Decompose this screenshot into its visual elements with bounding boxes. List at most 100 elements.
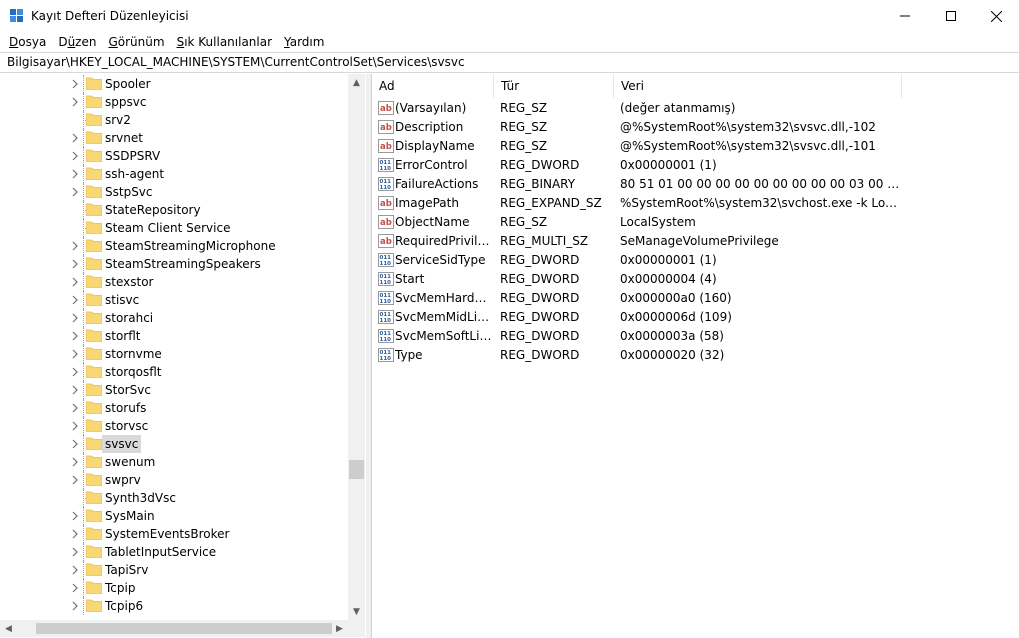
tree-item[interactable]: srvnet: [0, 129, 348, 147]
chevron-right-icon[interactable]: [70, 565, 80, 575]
chevron-right-icon[interactable]: [70, 187, 80, 197]
chevron-right-icon[interactable]: [70, 403, 80, 413]
chevron-right-icon[interactable]: [70, 169, 80, 179]
close-button[interactable]: [973, 0, 1019, 32]
chevron-right-icon[interactable]: [70, 295, 80, 305]
value-row[interactable]: ab DisplayName REG_SZ @%SystemRoot%\system3…: [372, 137, 1019, 156]
folder-icon: [86, 185, 102, 198]
folder-icon: [86, 293, 102, 306]
tree-item[interactable]: Steam Client Service: [0, 219, 348, 237]
minimize-button[interactable]: [882, 0, 928, 32]
tree-horizontal-scrollbar[interactable]: ◀ ▶: [0, 620, 348, 637]
values-pane[interactable]: Ad Tür Veri ab (Varsayılan) REG_SZ (değer a…: [371, 74, 1019, 638]
column-header-data[interactable]: Veri: [614, 74, 902, 98]
value-row[interactable]: 011 110 FailureActions REG_BINARY 80 51 01 0…: [372, 175, 1019, 194]
tree-item[interactable]: storflt: [0, 327, 348, 345]
chevron-right-icon[interactable]: [70, 457, 80, 467]
scroll-down-icon[interactable]: ▼: [348, 603, 365, 620]
chevron-right-icon[interactable]: [70, 583, 80, 593]
folder-icon: [86, 473, 102, 486]
tree-guide-line: [83, 165, 84, 183]
column-header-name[interactable]: Ad: [372, 74, 494, 98]
chevron-right-icon[interactable]: [70, 439, 80, 449]
chevron-right-icon[interactable]: [70, 475, 80, 485]
scroll-up-icon[interactable]: ▲: [348, 74, 365, 91]
tree-item[interactable]: srv2: [0, 111, 348, 129]
chevron-right-icon[interactable]: [70, 529, 80, 539]
chevron-right-icon[interactable]: [70, 367, 80, 377]
chevron-right-icon[interactable]: [70, 313, 80, 323]
tree-item[interactable]: stisvc: [0, 291, 348, 309]
chevron-right-icon[interactable]: [70, 151, 80, 161]
folder-icon: [86, 509, 102, 522]
tree-item[interactable]: Spooler: [0, 75, 348, 93]
tree-vertical-scrollbar[interactable]: ▲ ▼: [348, 74, 365, 620]
tree-guide-line: [83, 147, 84, 165]
tree-item[interactable]: storahci: [0, 309, 348, 327]
chevron-right-icon[interactable]: [70, 385, 80, 395]
chevron-right-icon[interactable]: [70, 277, 80, 287]
tree-item[interactable]: storqosflt: [0, 363, 348, 381]
tree-item[interactable]: stexstor: [0, 273, 348, 291]
tree-item[interactable]: SstpSvc: [0, 183, 348, 201]
tree-item[interactable]: stornvme: [0, 345, 348, 363]
tree-item[interactable]: svsvc: [0, 435, 348, 453]
value-row[interactable]: 011 110 SvcMemSoftLim... REG_DWORD 0x0000003…: [372, 327, 1019, 346]
column-header-type[interactable]: Tür: [494, 74, 614, 98]
tree-item[interactable]: sppsvc: [0, 93, 348, 111]
menu-gorunum[interactable]: Görünüm: [102, 32, 170, 52]
tree-item[interactable]: StateRepository: [0, 201, 348, 219]
tree-item[interactable]: TapiSrv: [0, 561, 348, 579]
chevron-right-icon[interactable]: [70, 259, 80, 269]
tree-item[interactable]: SteamStreamingSpeakers: [0, 255, 348, 273]
chevron-right-icon[interactable]: [70, 97, 80, 107]
chevron-right-icon[interactable]: [70, 349, 80, 359]
menu-sik-kullanilanlar[interactable]: Sık Kullanılanlar: [171, 32, 278, 52]
tree-item[interactable]: storvsc: [0, 417, 348, 435]
tree-item[interactable]: SteamStreamingMicrophone: [0, 237, 348, 255]
tree-item-label: srv2: [105, 113, 131, 127]
tree-item[interactable]: ssh-agent: [0, 165, 348, 183]
chevron-right-icon[interactable]: [70, 511, 80, 521]
value-row[interactable]: 011 110 SvcMemMidLim... REG_DWORD 0x0000006d…: [372, 308, 1019, 327]
tree-item[interactable]: Tcpip: [0, 579, 348, 597]
tree-horizontal-scroll-thumb[interactable]: [36, 623, 332, 634]
tree-item[interactable]: StorSvc: [0, 381, 348, 399]
chevron-right-icon[interactable]: [70, 79, 80, 89]
key-tree-pane[interactable]: Spooler sppsvc srv2 srvnet SSDPSRV ssh-agent S…: [0, 74, 367, 638]
chevron-right-icon[interactable]: [70, 331, 80, 341]
value-row[interactable]: 011 110 ServiceSidType REG_DWORD 0x00000001 …: [372, 251, 1019, 270]
tree-item[interactable]: SystemEventsBroker: [0, 525, 348, 543]
tree-item[interactable]: storufs: [0, 399, 348, 417]
tree-guide-line: [83, 561, 84, 579]
menu-yardim[interactable]: Yardım: [278, 32, 330, 52]
chevron-right-icon[interactable]: [70, 421, 80, 431]
tree-vertical-scroll-thumb[interactable]: [349, 460, 364, 479]
value-row[interactable]: ab ImagePath REG_EXPAND_SZ %SystemRoot%\sys…: [372, 194, 1019, 213]
chevron-right-icon[interactable]: [70, 601, 80, 611]
menu-duzen[interactable]: Düzen: [52, 32, 102, 52]
scroll-right-icon[interactable]: ▶: [331, 620, 348, 637]
menu-dosya[interactable]: Dosya: [3, 32, 52, 52]
value-row[interactable]: 011 110 ErrorControl REG_DWORD 0x00000001 (1…: [372, 156, 1019, 175]
maximize-button[interactable]: [928, 0, 974, 32]
tree-item[interactable]: Synth3dVsc: [0, 489, 348, 507]
address-bar[interactable]: Bilgisayar\HKEY_LOCAL_MACHINE\SYSTEM\Cur…: [0, 52, 1019, 73]
value-row[interactable]: abRequiredPrivileg... REG_MULTI_SZ SeManag…: [372, 232, 1019, 251]
value-row[interactable]: ab (Varsayılan) REG_SZ (değer atanmamış): [372, 99, 1019, 118]
chevron-right-icon[interactable]: [70, 133, 80, 143]
value-row[interactable]: ab Description REG_SZ @%SystemRoot%\system3…: [372, 118, 1019, 137]
tree-item[interactable]: SSDPSRV: [0, 147, 348, 165]
tree-item[interactable]: swprv: [0, 471, 348, 489]
chevron-right-icon[interactable]: [70, 547, 80, 557]
tree-item[interactable]: Tcpip6: [0, 597, 348, 615]
tree-item[interactable]: TabletInputService: [0, 543, 348, 561]
value-row[interactable]: 011 110 Type REG_DWORD 0x00000020 (32): [372, 346, 1019, 365]
value-row[interactable]: ab ObjectName REG_SZ LocalSystem: [372, 213, 1019, 232]
tree-item[interactable]: SysMain: [0, 507, 348, 525]
chevron-right-icon[interactable]: [70, 241, 80, 251]
scroll-left-icon[interactable]: ◀: [0, 620, 17, 637]
value-row[interactable]: 011 110 Start REG_DWORD 0x00000004 (4): [372, 270, 1019, 289]
value-row[interactable]: 011 110 SvcMemHardLi... REG_DWORD 0x000000a0…: [372, 289, 1019, 308]
tree-item[interactable]: swenum: [0, 453, 348, 471]
